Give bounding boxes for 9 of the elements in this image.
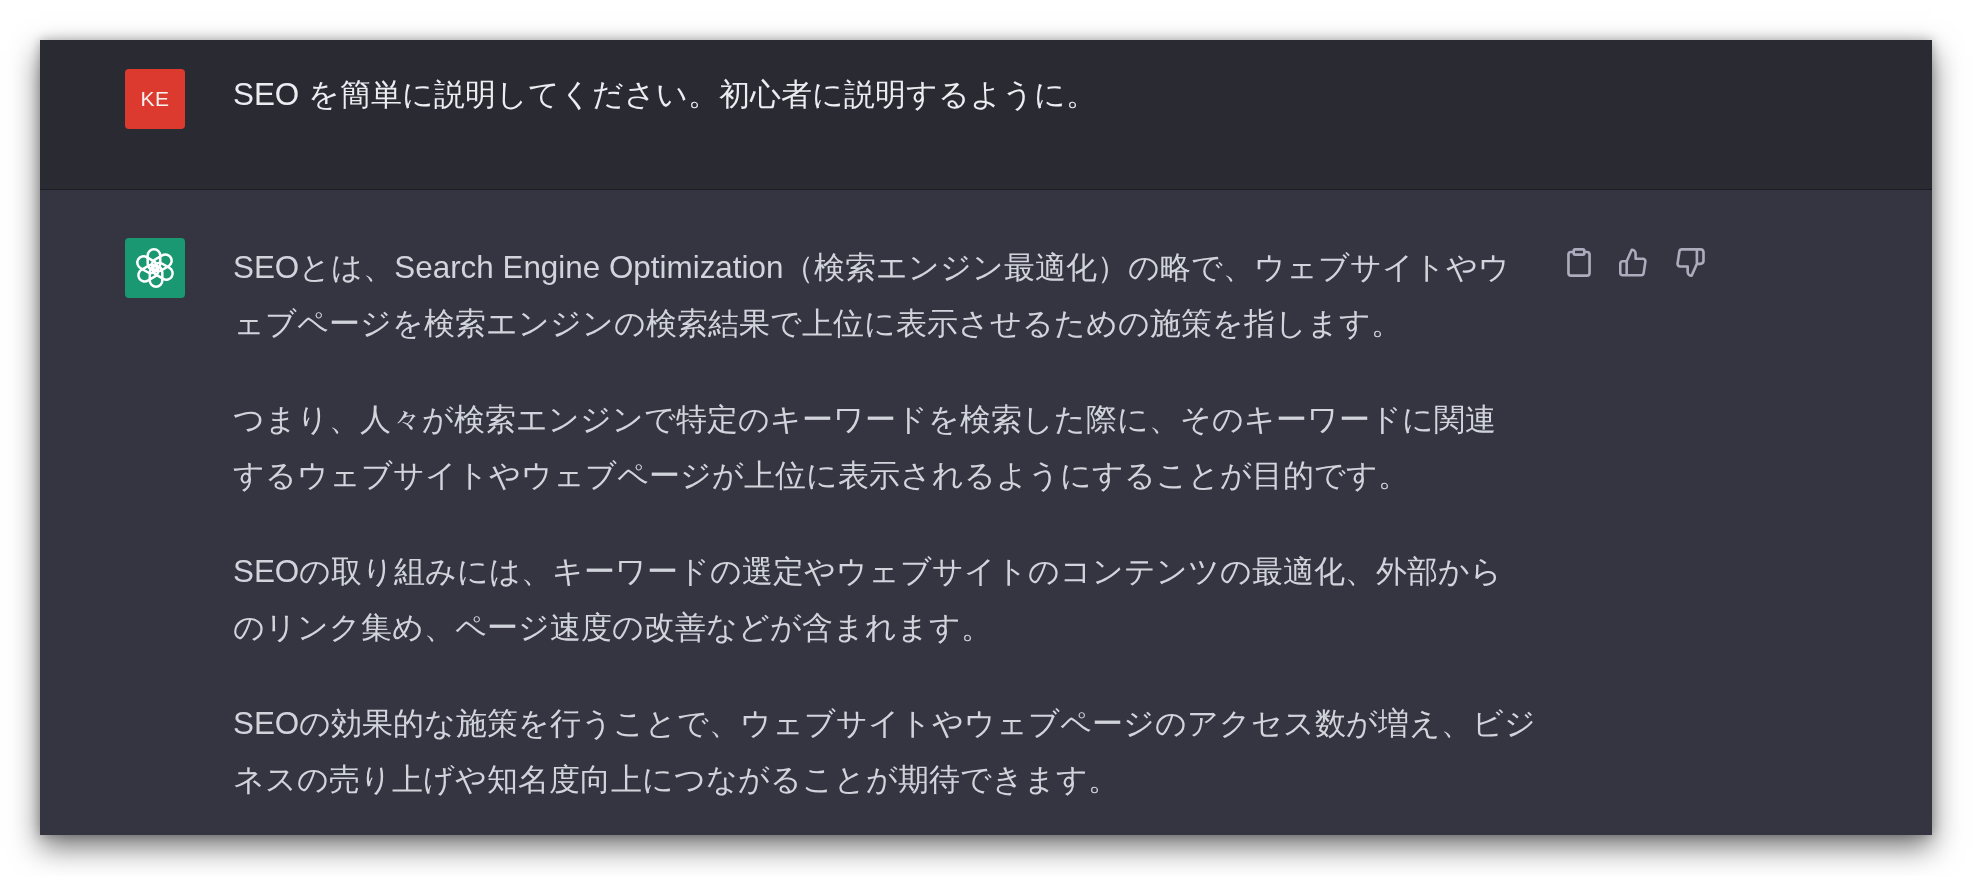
reply-paragraph: SEOの取り組みには、キーワードの選定やウェブサイトのコンテンツの最適化、外部から のリンク集め、ページ速度の改善などが含まれます。 [233,553,1503,647]
thumbs-down-icon[interactable] [1676,248,1705,277]
reply-paragraph: つまり、人々が検索エンジンで特定のキーワードを検索した際に、そのキーワードに関連 するウェブサイトやウェブページが上位に表示されるようにすることが目的です。 [233,401,1496,495]
user-message: SEO を簡単に説明してください。初心者に説明するように。 [233,76,1097,114]
reply-paragraph: SEOの効果的な施策を行うことで、ウェブサイトやウェブページのアクセス数が増え、ビジ ネスの売り上げや知名度向上につながることが期待できます。 [233,705,1537,799]
reply-paragraph: SEOとは、Search Engine Optimization（検索エンジン最適化）の略で、ウェブサイトやウ ェブページを検索エンジンの検索結果で上位に表示させるための施策を指します。 [233,249,1511,343]
clipboard-icon[interactable] [1567,248,1591,277]
user-avatar: KE [125,69,185,129]
thumbs-up-icon[interactable] [1619,248,1648,277]
